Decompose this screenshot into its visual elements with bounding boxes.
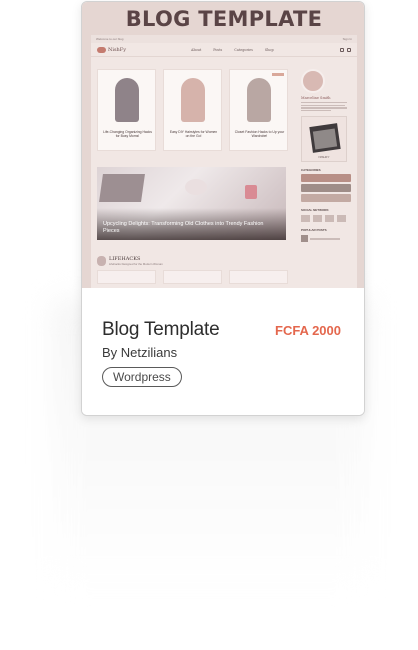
product-author[interactable]: By Netzilians <box>102 345 177 360</box>
mockup-posts-row: Life-Changing Organizing Hacks for Busy … <box>97 69 289 151</box>
mockup-lifehacks-row <box>97 270 289 284</box>
feature-bowl-shape <box>185 179 207 195</box>
preview-banner-title: BLOG TEMPLATE <box>125 7 323 31</box>
mockup-menu-item: Shop <box>264 47 274 52</box>
sidebar-popular-heading: POPULAR POSTS <box>301 228 327 233</box>
search-icon <box>347 47 351 52</box>
mockup-topbar-left: Welcome to our blog <box>96 37 124 41</box>
post-image <box>181 78 205 122</box>
social-icon <box>313 215 322 223</box>
sidebar-bio-lines <box>301 102 351 112</box>
post-caption: Life-Changing Organizing Hacks for Busy … <box>103 130 152 138</box>
lifehacks-icon <box>97 256 106 266</box>
mockup-menu: About Posts Categories Shop <box>191 48 274 52</box>
preview-website-mockup: Welcome to our blog Sign In NishFy About… <box>91 35 357 288</box>
mockup-menu-item: Categories <box>234 47 253 52</box>
mockup-logo-icon <box>97 46 106 53</box>
mockup-topbar: Welcome to our blog Sign In <box>91 35 357 43</box>
social-icon <box>337 215 346 223</box>
mockup-post-card: Life-Changing Organizing Hacks for Busy … <box>97 69 156 151</box>
lifehacks-card <box>229 270 288 284</box>
mockup-lifehacks-heading: LIFEHACKS Lifehacks Designed for the Mod… <box>97 256 289 266</box>
mockup-main-column: Life-Changing Organizing Hacks for Busy … <box>97 69 289 284</box>
lifehacks-card <box>97 270 156 284</box>
post-caption: Closet Fashion Hacks to Up your Wardrobe… <box>234 130 285 138</box>
mockup-sidebar: Marceline Smith NISHFY CATEGORIES SOCIAL… <box>301 69 351 243</box>
category-badge[interactable]: Wordpress <box>102 367 182 387</box>
sidebar-categories-heading: CATEGORIES <box>301 168 321 173</box>
mockup-topbar-right: Sign In <box>342 37 352 41</box>
book-label: NISHFY <box>318 155 330 160</box>
feature-cup-shape <box>245 185 257 199</box>
sidebar-category-item <box>301 174 351 183</box>
sidebar-author-name: Marceline Smith <box>301 96 331 100</box>
feature-title: Upcycling Delights: Transforming Old Clo… <box>103 221 264 234</box>
mockup-nav: NishFy About Posts Categories Shop <box>91 43 357 57</box>
mockup-post-card: Closet Fashion Hacks to Up your Wardrobe… <box>229 69 288 151</box>
product-info: Blog Template FCFA 2000 By Netzilians Wo… <box>82 288 364 415</box>
lifehacks-subtitle: Lifehacks Designed for the Modern Woman <box>109 262 163 266</box>
mockup-post-card: Easy DIY Hairstyles for Women on the Go! <box>163 69 222 151</box>
product-card[interactable]: BLOG TEMPLATE Welcome to our blog Sign I… <box>81 1 365 416</box>
lifehacks-text: LIFEHACKS Lifehacks Designed for the Mod… <box>109 256 163 266</box>
post-image <box>115 78 139 122</box>
sidebar-popular-item <box>301 235 351 243</box>
sidebar-social-heading: SOCIAL NETWORK <box>301 208 329 213</box>
feature-laptop-shape <box>99 174 145 202</box>
mockup-nav-icons <box>340 47 351 52</box>
mockup-menu-item: About <box>191 47 202 52</box>
product-title[interactable]: Blog Template <box>102 319 220 341</box>
social-icon <box>301 215 310 223</box>
social-icon <box>325 215 334 223</box>
sidebar-category-item <box>301 184 351 193</box>
template-preview-image[interactable]: BLOG TEMPLATE Welcome to our blog Sign I… <box>82 2 364 288</box>
sidebar-category-item <box>301 194 351 203</box>
lifehacks-card <box>163 270 222 284</box>
mockup-logo: NishFy <box>97 46 167 53</box>
bag-icon <box>340 47 344 52</box>
sidebar-social-icons <box>301 215 351 223</box>
post-image <box>247 78 271 122</box>
mockup-menu-item: Posts <box>213 47 223 52</box>
post-caption: Easy DIY Hairstyles for Women on the Go! <box>169 130 218 138</box>
mockup-feature-post: Upcycling Delights: Transforming Old Clo… <box>97 167 286 240</box>
sidebar-book-promo: NISHFY <box>301 116 347 163</box>
post-tag <box>272 73 284 76</box>
author-avatar <box>301 69 325 93</box>
product-price: FCFA 2000 <box>275 323 341 338</box>
mockup-logo-text: NishFy <box>108 46 127 53</box>
